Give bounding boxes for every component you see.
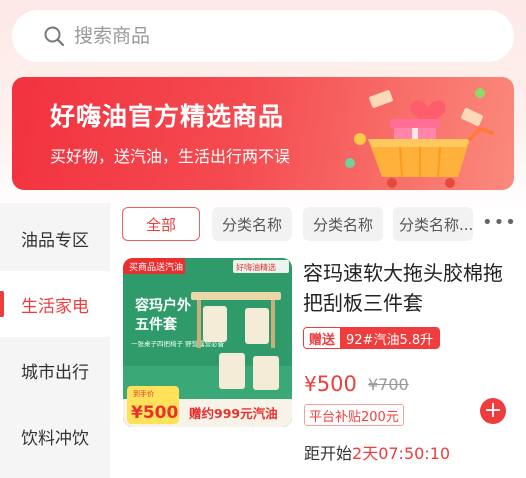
- sidebar-item-oil[interactable]: 油品专区: [0, 205, 110, 271]
- gift-badge-label: 赠送: [304, 328, 341, 348]
- original-price: ¥700: [368, 375, 409, 394]
- price-tag-label: 到手价: [133, 389, 154, 398]
- countdown-label: 距开始: [304, 444, 353, 463]
- search-input[interactable]: [74, 25, 454, 47]
- tab-all[interactable]: 全部: [122, 207, 200, 241]
- shopping-cart-illustration: [345, 88, 494, 188]
- promo-banner[interactable]: 好嗨油官方精选商品 买好物，送汽油，生活出行两不误: [12, 77, 514, 190]
- tab-category-3[interactable]: 分类名称...: [393, 207, 473, 241]
- gift-badge: 赠送 92#汽油5.8升: [303, 327, 441, 349]
- sidebar-item-label: 生活家电: [21, 296, 89, 317]
- tab-category-2[interactable]: 分类名称: [303, 207, 383, 241]
- tab-category-1[interactable]: 分类名称: [212, 207, 292, 241]
- sidebar-item-travel[interactable]: 城市出行: [0, 337, 110, 403]
- more-icon[interactable]: •••: [482, 212, 517, 233]
- product-image[interactable]: 买商品送汽油 好嗨油精选 容玛户外 五件套 一张桌子四把椅子 野营露营必备 到手…: [123, 258, 292, 427]
- price-value: 500: [316, 372, 357, 396]
- image-headline-1: 容玛户外: [134, 297, 191, 314]
- active-indicator: [0, 291, 4, 317]
- countdown-time: 2天07:50:10: [352, 444, 451, 463]
- add-to-cart-button[interactable]: +: [480, 398, 506, 424]
- currency-symbol: ¥: [304, 372, 317, 396]
- sidebar-item-label: 油品专区: [21, 230, 89, 251]
- gift-strip-text: 赠约999元汽油: [189, 406, 278, 421]
- category-sidebar: 油品专区 生活家电 城市出行 饮料冲饮: [0, 203, 110, 478]
- sidebar-item-appliances[interactable]: 生活家电: [0, 271, 110, 337]
- subsidy-badge: 平台补贴200元: [304, 404, 404, 426]
- brand-tag-text: 买商品送汽油: [129, 261, 183, 273]
- image-headline-2: 五件套: [135, 316, 177, 333]
- countdown: 距开始2天07:50:10: [304, 440, 450, 464]
- banner-title: 好嗨油官方精选商品: [50, 102, 285, 131]
- gift-badge-value: 92#汽油5.8升: [340, 328, 440, 348]
- sidebar-item-drinks[interactable]: 饮料冲饮: [0, 403, 110, 469]
- price-tag-value: ¥500: [131, 403, 178, 423]
- current-price: ¥500: [304, 372, 357, 396]
- banner-subtitle: 买好物，送汽油，生活出行两不误: [50, 147, 291, 166]
- product-title[interactable]: 容玛速软大拖头胶棉拖把刮板三件套: [303, 258, 518, 318]
- product-photo: 买商品送汽油 好嗨油精选 容玛户外 五件套 一张桌子四把椅子 野营露营必备 到手…: [123, 258, 292, 427]
- sidebar-item-label: 城市出行: [21, 362, 89, 383]
- search-icon: [44, 26, 65, 47]
- brand-logo-text: 好嗨油精选: [236, 262, 276, 272]
- sidebar-item-label: 饮料冲饮: [21, 428, 89, 449]
- search-bar[interactable]: [12, 10, 514, 62]
